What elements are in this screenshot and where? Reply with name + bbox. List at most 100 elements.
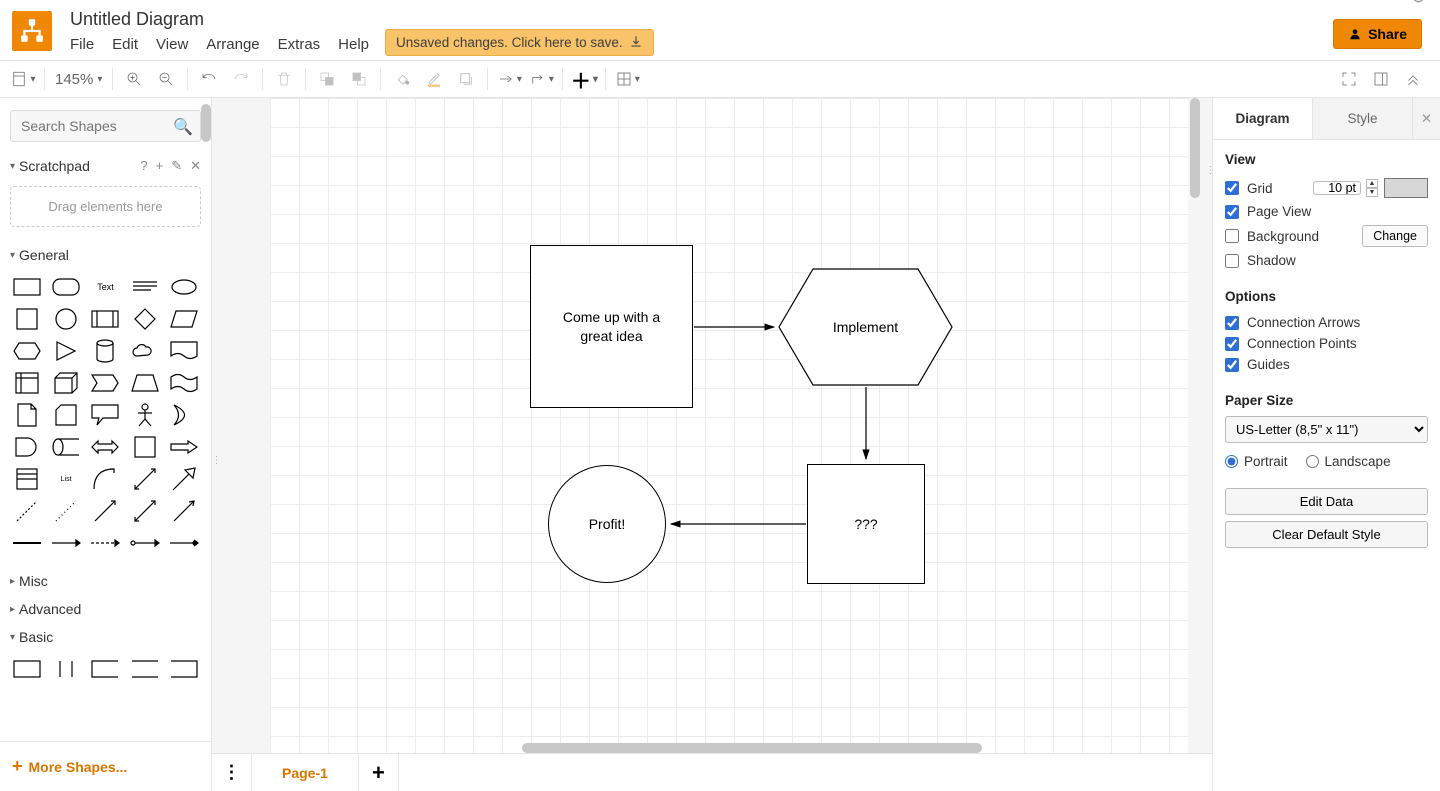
collapse-button[interactable] xyxy=(1398,64,1428,94)
conn-points-checkbox[interactable] xyxy=(1225,337,1239,351)
pages-menu-button[interactable]: ⋮ xyxy=(212,754,252,791)
shape-data-store[interactable] xyxy=(47,433,84,461)
grid-step-down[interactable]: ▼ xyxy=(1366,188,1378,197)
zoom-dropdown[interactable]: 145%▾ xyxy=(51,71,106,88)
canvas-scroll-vertical[interactable] xyxy=(1190,98,1200,198)
language-icon[interactable]: ⊕ xyxy=(1411,0,1426,7)
undo-button[interactable] xyxy=(194,64,224,94)
shape-or[interactable] xyxy=(166,401,203,429)
app-logo[interactable] xyxy=(12,11,52,51)
menu-arrange[interactable]: Arrange xyxy=(206,36,259,53)
tab-style[interactable]: Style xyxy=(1312,98,1412,139)
insert-button[interactable]: ＋▾ xyxy=(569,64,599,94)
menu-help[interactable]: Help xyxy=(338,36,369,53)
shape-line-open[interactable] xyxy=(166,497,203,525)
shape-basic-partial3[interactable] xyxy=(166,655,203,683)
shape-basic-parallel[interactable] xyxy=(47,655,84,683)
shape-basic-rect[interactable] xyxy=(8,655,45,683)
background-checkbox[interactable] xyxy=(1225,229,1239,243)
guides-checkbox[interactable] xyxy=(1225,358,1239,372)
menu-edit[interactable]: Edit xyxy=(112,36,138,53)
shape-basic-partial1[interactable] xyxy=(87,655,124,683)
grid-color-swatch[interactable] xyxy=(1384,178,1428,198)
collapse-left-handle[interactable]: ⋮ xyxy=(212,438,218,482)
scratchpad-close-icon[interactable]: ✕ xyxy=(190,158,201,174)
clear-style-button[interactable]: Clear Default Style xyxy=(1225,521,1428,548)
shape-cube[interactable] xyxy=(47,369,84,397)
shape-ellipse[interactable] xyxy=(166,273,203,301)
shape-circle[interactable] xyxy=(47,305,84,333)
shape-connector2[interactable] xyxy=(47,529,84,557)
landscape-radio[interactable] xyxy=(1306,455,1319,468)
shape-arrow-bidir[interactable] xyxy=(87,433,124,461)
shape-textbox[interactable] xyxy=(126,273,163,301)
sidebar-scrollbar[interactable] xyxy=(201,104,211,142)
pageview-checkbox[interactable] xyxy=(1225,205,1239,219)
shape-document[interactable] xyxy=(166,337,203,365)
shape-actor[interactable] xyxy=(126,401,163,429)
shape-connector1[interactable] xyxy=(8,529,45,557)
shape-hexagon[interactable] xyxy=(8,337,45,365)
format-panel-button[interactable] xyxy=(1366,64,1396,94)
change-bg-button[interactable]: Change xyxy=(1362,225,1428,247)
tab-diagram[interactable]: Diagram xyxy=(1213,98,1312,139)
shadow-button[interactable] xyxy=(451,64,481,94)
shape-and[interactable] xyxy=(8,433,45,461)
canvas-scroll-horizontal[interactable] xyxy=(522,743,982,753)
shape-internal[interactable] xyxy=(8,369,45,397)
shape-basic-partial2[interactable] xyxy=(126,655,163,683)
shape-connector4[interactable] xyxy=(126,529,163,557)
shape-arrow-thick[interactable] xyxy=(166,465,203,493)
scratchpad-dropzone[interactable]: Drag elements here xyxy=(10,186,201,227)
add-page-button[interactable]: + xyxy=(359,754,399,791)
page-tab-1[interactable]: Page-1 xyxy=(252,754,359,791)
document-title[interactable]: Untitled Diagram xyxy=(68,9,369,30)
paper[interactable]: Come up with a great idea Implement ??? … xyxy=(270,98,1188,753)
to-back-button[interactable] xyxy=(344,64,374,94)
shadow-checkbox[interactable] xyxy=(1225,254,1239,268)
shape-note[interactable] xyxy=(8,401,45,429)
shape-list2[interactable]: List xyxy=(47,465,84,493)
shape-process[interactable] xyxy=(87,305,124,333)
shape-trapezoid[interactable] xyxy=(126,369,163,397)
shape-square[interactable] xyxy=(8,305,45,333)
scratchpad-header[interactable]: ▾ Scratchpad ? + ✎ ✕ xyxy=(0,152,211,180)
unsaved-banner[interactable]: Unsaved changes. Click here to save. xyxy=(385,29,654,56)
collapse-right-handle[interactable]: ⋮ xyxy=(1206,148,1212,192)
shape-dashed-line[interactable] xyxy=(8,497,45,525)
page-setup-button[interactable]: ▾ xyxy=(8,64,38,94)
connection-button[interactable]: ▾ xyxy=(494,64,524,94)
shape-connector5[interactable] xyxy=(166,529,203,557)
waypoints-button[interactable]: ▾ xyxy=(526,64,556,94)
canvas[interactable]: ⋮ Come up with a great idea Implement ??… xyxy=(212,98,1212,753)
conn-arrows-checkbox[interactable] xyxy=(1225,316,1239,330)
section-advanced[interactable]: ▸Advanced xyxy=(0,595,211,623)
shape-parallelogram[interactable] xyxy=(166,305,203,333)
scratchpad-edit-icon[interactable]: ✎ xyxy=(171,158,182,174)
grid-size-input[interactable] xyxy=(1313,181,1361,195)
shape-card[interactable] xyxy=(47,401,84,429)
zoom-in-button[interactable] xyxy=(119,64,149,94)
shape-rectangle[interactable] xyxy=(8,273,45,301)
shape-list[interactable] xyxy=(8,465,45,493)
shape-text[interactable]: Text xyxy=(87,273,124,301)
shape-line-arrow1[interactable] xyxy=(87,497,124,525)
shape-line-arrow2[interactable] xyxy=(126,497,163,525)
portrait-radio[interactable] xyxy=(1225,455,1238,468)
shape-callout[interactable] xyxy=(87,401,124,429)
close-panel-button[interactable]: ✕ xyxy=(1412,98,1440,139)
section-basic[interactable]: ▾Basic xyxy=(0,623,211,651)
shape-bidir-arrow[interactable] xyxy=(126,465,163,493)
line-color-button[interactable] xyxy=(419,64,449,94)
shape-cylinder[interactable] xyxy=(87,337,124,365)
section-general[interactable]: ▾General xyxy=(0,241,211,269)
grid-checkbox[interactable] xyxy=(1225,181,1239,195)
shape-container[interactable] xyxy=(126,433,163,461)
shape-diamond[interactable] xyxy=(126,305,163,333)
edit-data-button[interactable]: Edit Data xyxy=(1225,488,1428,515)
menu-extras[interactable]: Extras xyxy=(278,36,321,53)
scratchpad-add-icon[interactable]: + xyxy=(156,158,164,174)
shape-triangle[interactable] xyxy=(47,337,84,365)
share-button[interactable]: Share xyxy=(1333,19,1422,49)
menu-view[interactable]: View xyxy=(156,36,188,53)
